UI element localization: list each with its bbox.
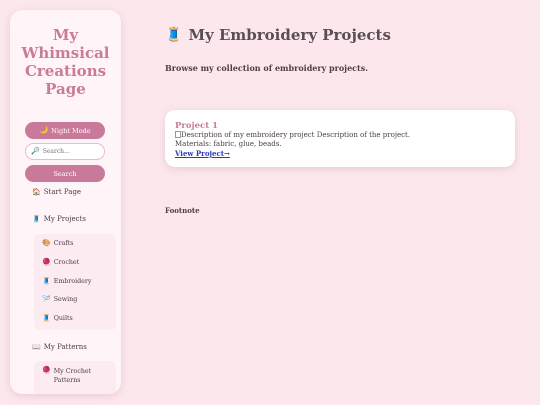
thread-icon: 🧵 bbox=[165, 27, 183, 43]
book-icon: 📖 bbox=[32, 342, 41, 351]
submenu-item-crochet-patterns[interactable]: 🧶 My Crochet Patterns bbox=[42, 367, 112, 385]
nav-item-my-patterns[interactable]: 📖 My Patterns bbox=[32, 343, 87, 351]
search-input[interactable] bbox=[42, 148, 103, 155]
site-title: My Whimsical Creations Page bbox=[21, 26, 110, 98]
night-mode-label: Night Mode bbox=[51, 126, 91, 135]
project-description-text: Description of the project. bbox=[316, 131, 411, 139]
project-card-title: Project 1 bbox=[175, 121, 218, 131]
submenu-item-crochet[interactable]: 🧶 Crochet bbox=[42, 258, 80, 267]
submenu-item-label: Crochet bbox=[53, 259, 80, 266]
nav-item-my-projects[interactable]: 🧵 My Projects bbox=[32, 215, 86, 223]
search-icon: 🔎 bbox=[31, 147, 40, 155]
nav-item-label: Start Page bbox=[43, 188, 82, 196]
project-card: Project 1 Description of my embroidery p… bbox=[165, 110, 515, 167]
submenu-item-quilts[interactable]: 🧵 Quilts bbox=[42, 314, 73, 323]
patterns-submenu: 🧶 My Crochet Patterns bbox=[34, 361, 116, 394]
project-image-alt-text: Description of my embroidery project bbox=[181, 131, 315, 139]
search-field[interactable]: 🔎 bbox=[25, 143, 105, 160]
night-mode-button[interactable]: 🌙 Night Mode bbox=[25, 122, 105, 139]
footnote: Footnote bbox=[165, 206, 200, 215]
nav-item-label: My Patterns bbox=[43, 343, 87, 351]
page-subtitle: Browse my collection of embroidery proje… bbox=[165, 63, 369, 73]
projects-submenu: 🎨 Crafts 🧶 Crochet 🧵 Embroidery 🪡 Sewing… bbox=[34, 234, 116, 330]
submenu-item-label: Crafts bbox=[53, 240, 74, 247]
submenu-item-sewing[interactable]: 🪡 Sewing bbox=[42, 295, 78, 304]
sidebar: My Whimsical Creations Page 🌙 Night Mode… bbox=[10, 10, 121, 394]
house-icon: 🏠 bbox=[32, 187, 41, 196]
moon-icon: 🌙 bbox=[39, 126, 49, 134]
submenu-item-crafts[interactable]: 🎨 Crafts bbox=[42, 239, 74, 248]
search-button[interactable]: Search bbox=[25, 165, 105, 182]
thread-icon: 🧵 bbox=[32, 214, 41, 223]
submenu-item-label: Quilts bbox=[53, 315, 73, 322]
submenu-item-label: Sewing bbox=[53, 296, 78, 303]
yarn-icon: 🧶 bbox=[42, 258, 51, 266]
submenu-item-embroidery[interactable]: 🧵 Embroidery bbox=[42, 277, 92, 286]
needle-icon: 🪡 bbox=[42, 295, 51, 303]
nav-item-start-page[interactable]: 🏠 Start Page bbox=[32, 188, 81, 196]
project-card-description: Description of my embroidery project Des… bbox=[175, 131, 505, 140]
thread-icon: 🧵 bbox=[42, 314, 51, 322]
yarn-icon: 🧶 bbox=[42, 366, 51, 374]
page-title-text: My Embroidery Projects bbox=[188, 26, 391, 44]
page-title: 🧵 My Embroidery Projects bbox=[165, 26, 391, 44]
thread-icon: 🧵 bbox=[42, 277, 51, 285]
project-card-materials: Materials: fabric, glue, beads. bbox=[175, 140, 282, 148]
view-project-link[interactable]: View Project→ bbox=[175, 149, 505, 158]
palette-icon: 🎨 bbox=[42, 239, 51, 247]
submenu-item-label: My Crochet Patterns bbox=[53, 368, 92, 384]
nav-item-label: My Projects bbox=[43, 215, 86, 223]
submenu-item-label: Embroidery bbox=[53, 278, 92, 285]
